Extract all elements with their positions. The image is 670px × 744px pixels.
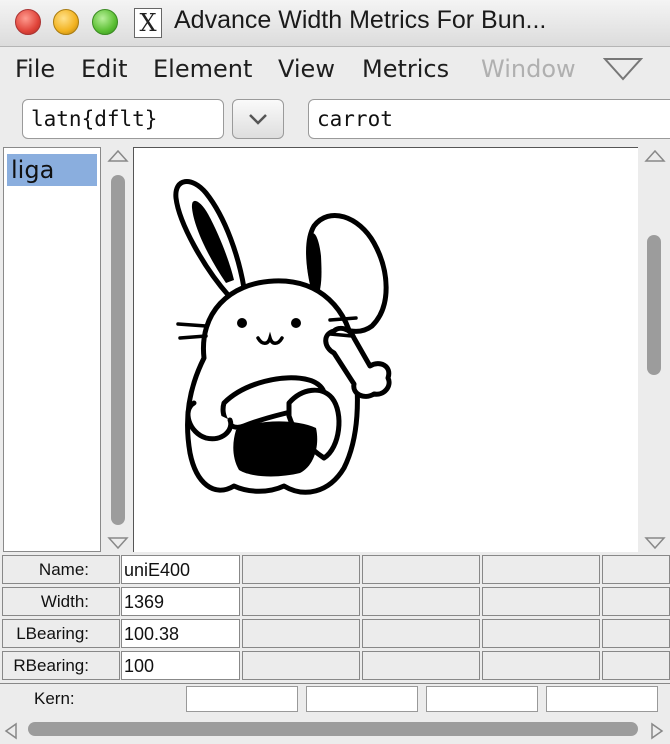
x11-app-icon: X xyxy=(134,8,162,38)
metrics-empty-cell xyxy=(482,619,600,648)
canvas-scrollbar[interactable] xyxy=(640,147,670,552)
window-title: Advance Width Metrics For Bun... xyxy=(174,6,547,34)
metrics-empty-cell xyxy=(482,587,600,616)
script-dropdown-button[interactable] xyxy=(232,99,284,139)
kern-row: Kern: xyxy=(0,683,670,716)
metrics-row-lbearing: LBearing: 100.38 xyxy=(0,619,670,650)
glyph-text-input[interactable]: carrot xyxy=(308,99,670,139)
horizontal-scrollbar[interactable] xyxy=(0,716,670,744)
metrics-empty-cell xyxy=(242,587,360,616)
metrics-empty-cell xyxy=(482,651,600,680)
menu-view[interactable]: View xyxy=(278,55,335,83)
close-button[interactable] xyxy=(15,9,41,35)
metrics-empty-cell xyxy=(602,651,670,680)
menu-metrics[interactable]: Metrics xyxy=(362,55,449,83)
canvas-scroll-thumb[interactable] xyxy=(647,235,661,375)
metrics-empty-cell xyxy=(362,619,480,648)
metrics-empty-cell xyxy=(362,555,480,584)
kern-field[interactable] xyxy=(426,686,538,712)
lbearing-field[interactable]: 100.38 xyxy=(121,619,240,648)
metrics-row-rbearing: RBearing: 100 xyxy=(0,651,670,682)
scroll-down-icon[interactable] xyxy=(107,536,129,550)
rbearing-label: RBearing: xyxy=(2,651,120,680)
menu-overflow-icon[interactable] xyxy=(603,57,643,81)
menu-element[interactable]: Element xyxy=(153,55,252,83)
kern-field[interactable] xyxy=(546,686,658,712)
metrics-empty-cell xyxy=(602,587,670,616)
scroll-up-icon[interactable] xyxy=(644,149,666,163)
width-label: Width: xyxy=(2,587,120,616)
metrics-row-name: Name: uniE400 xyxy=(0,555,670,586)
horizontal-scroll-thumb[interactable] xyxy=(28,722,638,736)
lookup-scrollbar[interactable] xyxy=(103,147,133,552)
metrics-empty-cell xyxy=(242,555,360,584)
scroll-left-icon[interactable] xyxy=(4,722,18,740)
name-field[interactable]: uniE400 xyxy=(121,555,240,584)
metrics-empty-cell xyxy=(482,555,600,584)
metrics-empty-cell xyxy=(242,619,360,648)
title-bar: X Advance Width Metrics For Bun... xyxy=(0,0,670,47)
script-lang-field[interactable]: latn{dflt} xyxy=(22,99,224,139)
scroll-up-icon[interactable] xyxy=(107,149,129,163)
metrics-empty-cell xyxy=(362,651,480,680)
glyph-canvas[interactable] xyxy=(133,147,638,552)
lookup-scroll-thumb[interactable] xyxy=(111,175,125,525)
menu-bar: File Edit Element View Metrics Window xyxy=(0,47,670,91)
width-field[interactable]: 1369 xyxy=(121,587,240,616)
scroll-down-icon[interactable] xyxy=(644,536,666,550)
metrics-empty-cell xyxy=(602,619,670,648)
bunny-glyph xyxy=(173,179,392,495)
zoom-button[interactable] xyxy=(92,9,118,35)
name-label: Name: xyxy=(2,555,120,584)
kern-field[interactable] xyxy=(306,686,418,712)
metrics-empty-cell xyxy=(602,555,670,584)
metrics-empty-cell xyxy=(362,587,480,616)
menu-file[interactable]: File xyxy=(15,55,55,83)
menu-window[interactable]: Window xyxy=(481,55,576,83)
kern-field[interactable] xyxy=(186,686,298,712)
kern-label: Kern: xyxy=(34,689,75,708)
chevron-down-icon xyxy=(249,114,267,125)
scroll-right-icon[interactable] xyxy=(650,722,664,740)
rbearing-field[interactable]: 100 xyxy=(121,651,240,680)
metrics-row-width: Width: 1369 xyxy=(0,587,670,618)
lookup-list[interactable]: liga xyxy=(3,147,101,552)
lbearing-label: LBearing: xyxy=(2,619,120,648)
lookup-item-liga[interactable]: liga xyxy=(7,154,97,186)
minimize-button[interactable] xyxy=(53,9,79,35)
metrics-empty-cell xyxy=(242,651,360,680)
menu-edit[interactable]: Edit xyxy=(81,55,127,83)
